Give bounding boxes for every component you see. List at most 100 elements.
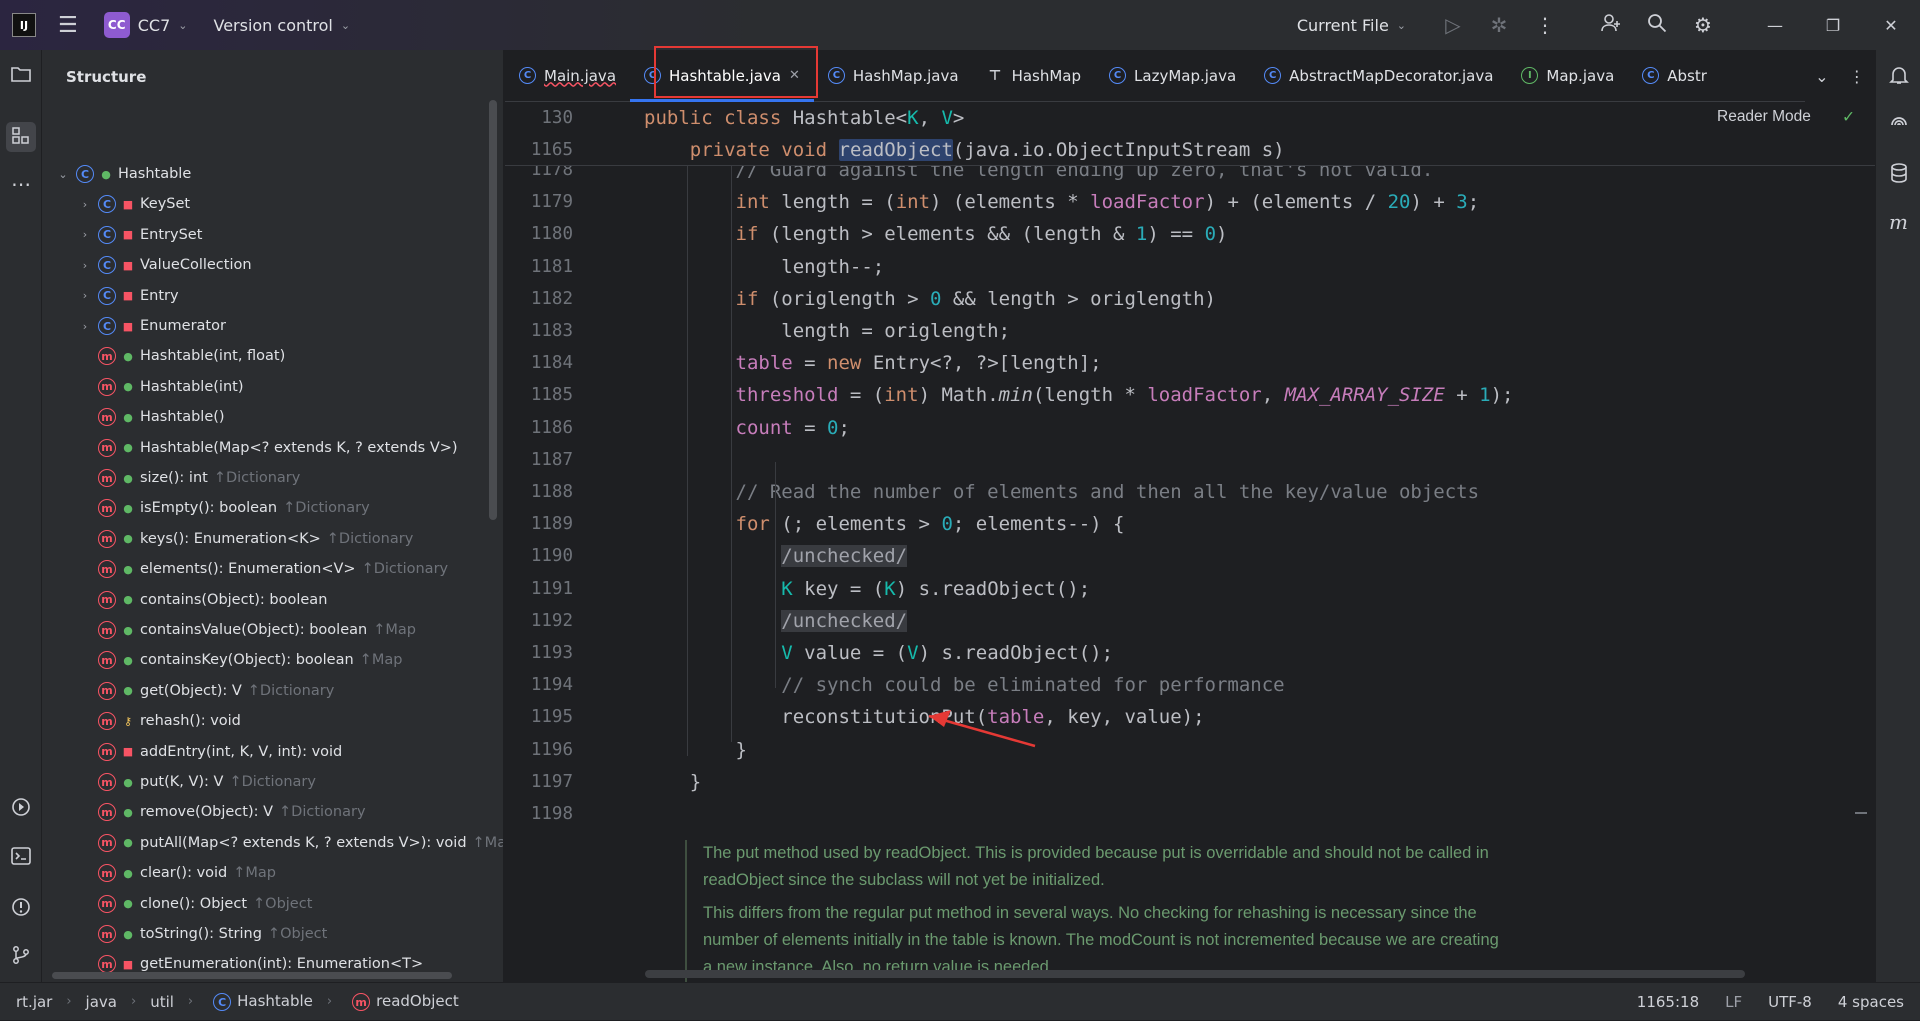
tab-hashmap[interactable]: ⊤ HashMap <box>973 50 1095 102</box>
public-visibility-icon: ● <box>123 684 133 698</box>
tab-main-java[interactable]: C Main.java <box>505 50 630 102</box>
settings-gear-icon[interactable]: ⚙ <box>1680 13 1726 37</box>
add-user-icon[interactable] <box>1588 12 1634 39</box>
tree-item-origin: ↑Object <box>253 895 313 912</box>
tree-item[interactable]: m ● Hashtable(int) <box>78 375 243 399</box>
code-text: public class Hashtable<K, V> <box>644 107 965 129</box>
tree-item[interactable]: m ● get(Object): V ↑Dictionary <box>78 679 334 703</box>
tree-item[interactable]: m ● put(K, V): V ↑Dictionary <box>78 770 316 794</box>
breadcrumb-item[interactable]: rt.jar <box>16 993 52 1011</box>
public-visibility-icon: ● <box>123 532 133 546</box>
run-config-selector[interactable]: Current File ⌄ <box>1297 16 1406 35</box>
search-icon[interactable] <box>1634 12 1680 39</box>
right-tool-strip: m <box>1875 50 1920 982</box>
tree-item[interactable]: m ● contains(Object): boolean <box>78 588 327 612</box>
version-control-menu[interactable]: Version control ⌄ <box>213 16 350 35</box>
tree-item[interactable]: › C ■ EntrySet <box>78 223 202 247</box>
method-icon: m <box>98 894 116 913</box>
tab-hashmap-java[interactable]: C HashMap.java <box>814 50 973 102</box>
tree-item[interactable]: m ● Hashtable() <box>78 405 225 429</box>
intellij-logo-icon[interactable]: IJ <box>12 13 36 37</box>
tab-abstr[interactable]: C Abstr <box>1628 50 1721 102</box>
ai-assistant-icon[interactable] <box>1876 114 1920 141</box>
tab-more-icon[interactable]: ⋮ <box>1849 67 1865 86</box>
file-encoding[interactable]: UTF-8 <box>1768 993 1812 1011</box>
tree-item-label: keys(): Enumeration<K> <box>140 530 321 547</box>
collapse-chevron-icon[interactable]: › <box>78 320 92 333</box>
tab-lazymap-java[interactable]: C LazyMap.java <box>1095 50 1250 102</box>
tree-item[interactable]: ⌄ C ● Hashtable <box>56 162 191 186</box>
tree-item-label: rehash(): void <box>140 713 241 730</box>
main-menu-icon[interactable]: ☰ <box>58 13 78 38</box>
caret-position[interactable]: 1165:18 <box>1637 993 1699 1011</box>
collapse-chevron-icon[interactable]: › <box>78 259 92 272</box>
tab-map-java[interactable]: I Map.java <box>1507 50 1628 102</box>
indent-guide <box>731 166 732 742</box>
collapse-chevron-icon[interactable]: › <box>78 289 92 302</box>
expand-chevron-icon[interactable]: ⌄ <box>56 168 70 181</box>
tree-item[interactable]: m ● remove(Object): V ↑Dictionary <box>78 800 366 824</box>
line-number: 1191 <box>530 578 573 599</box>
debug-icon[interactable]: ✲ <box>1476 13 1522 37</box>
tree-item[interactable]: m ● Hashtable(int, float) <box>78 344 285 368</box>
collapse-chevron-icon[interactable]: › <box>78 228 92 241</box>
reader-mode-toggle[interactable]: Reader Mode <box>1717 108 1811 126</box>
tree-item[interactable]: › C ■ Enumerator <box>78 314 226 338</box>
structure-vertical-scrollbar[interactable] <box>489 100 497 520</box>
tree-item[interactable]: m ● size(): int ↑Dictionary <box>78 466 300 490</box>
tree-item[interactable]: › C ■ Entry <box>78 284 179 308</box>
tree-item[interactable]: › C ■ KeySet <box>78 192 190 216</box>
breadcrumb-item[interactable]: m readObject <box>346 992 459 1012</box>
tree-item[interactable]: m ⚷ rehash(): void <box>78 709 241 733</box>
line-number: 130 <box>541 108 573 128</box>
structure-horizontal-scrollbar[interactable] <box>52 972 452 979</box>
breadcrumb-item[interactable]: util <box>150 993 174 1011</box>
tree-item[interactable]: m ● keys(): Enumeration<K> ↑Dictionary <box>78 527 413 551</box>
tree-item[interactable]: m ● containsKey(Object): boolean ↑Map <box>78 648 402 672</box>
maven-icon[interactable]: m <box>1876 210 1920 234</box>
terminal-icon[interactable] <box>0 846 42 871</box>
indent-setting[interactable]: 4 spaces <box>1838 993 1904 1011</box>
notifications-bell-icon[interactable] <box>1876 64 1920 91</box>
git-branch-icon[interactable] <box>0 944 42 971</box>
code-editor[interactable]: 130 public class Hashtable<K, V> 1165 priv… <box>505 102 1875 982</box>
tree-item[interactable]: m ■ addEntry(int, K, V, int): void <box>78 740 342 764</box>
close-window-icon[interactable]: ✕ <box>1862 16 1920 35</box>
tree-item[interactable]: m ● Hashtable(Map<? extends K, ? extends V… <box>78 436 458 460</box>
tree-item-label: clear(): void <box>140 865 228 882</box>
tree-item[interactable]: m ● clone(): Object ↑Object <box>78 892 312 916</box>
project-folder-icon[interactable] <box>0 64 42 89</box>
public-visibility-icon: ● <box>123 897 133 911</box>
restore-icon[interactable]: ❐ <box>1804 16 1862 35</box>
private-visibility-icon: ■ <box>122 258 134 272</box>
line-separator[interactable]: LF <box>1725 993 1742 1011</box>
tree-item[interactable]: m ● clear(): void ↑Map <box>78 861 276 885</box>
tree-item[interactable]: m ● isEmpty(): boolean ↑Dictionary <box>78 496 370 520</box>
inspection-ok-check-icon[interactable]: ✓ <box>1843 106 1854 127</box>
editor-scroll-marker[interactable] <box>1855 812 1867 852</box>
editor-horizontal-scrollbar[interactable] <box>645 970 1745 978</box>
tab-abstractmapdecorator-java[interactable]: C AbstractMapDecorator.java <box>1250 50 1507 102</box>
tab-list-chevron-icon[interactable]: ⌄ <box>1815 67 1828 86</box>
more-tools-icon[interactable]: ⋯ <box>0 172 42 196</box>
breadcrumb-item[interactable]: C Hashtable <box>207 992 313 1012</box>
tree-item[interactable]: › C ■ ValueCollection <box>78 253 252 277</box>
minimize-icon[interactable]: — <box>1746 16 1804 35</box>
database-icon[interactable] <box>1876 162 1920 189</box>
project-selector[interactable]: CC CC7 ⌄ <box>103 12 187 38</box>
structure-tool-icon[interactable] <box>0 126 42 151</box>
code-text: // Read the number of elements and then … <box>735 481 1480 503</box>
tree-item[interactable]: m ● containsValue(Object): boolean ↑Map <box>78 618 416 642</box>
collapse-chevron-icon[interactable]: › <box>78 198 92 211</box>
tree-item[interactable]: m ● toString(): String ↑Object <box>78 922 327 946</box>
more-actions-icon[interactable]: ⋮ <box>1522 13 1568 37</box>
tree-item[interactable]: m ● putAll(Map<? extends K, ? extends V>):… <box>78 831 503 855</box>
tree-item[interactable]: m ● elements(): Enumeration<V> ↑Dictionary <box>78 557 448 581</box>
problems-icon[interactable] <box>0 896 42 923</box>
run-icon[interactable]: ▷ <box>1430 13 1476 37</box>
code-line: 1188 // Read the number of elements and … <box>505 476 1875 508</box>
services-icon[interactable] <box>0 796 42 823</box>
public-visibility-icon: ● <box>123 836 133 850</box>
breadcrumb-item[interactable]: java <box>86 993 117 1011</box>
line-number: 1198 <box>530 804 573 824</box>
